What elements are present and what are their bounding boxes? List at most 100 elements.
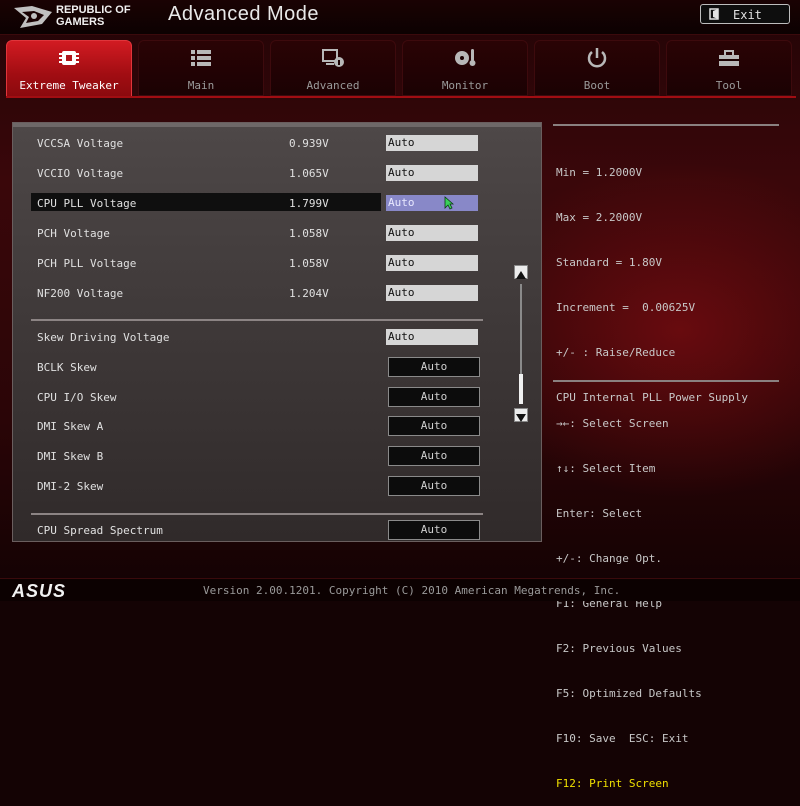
setting-row-dmi-skew-b[interactable]: DMI Skew B Auto bbox=[31, 446, 487, 466]
tab-monitor[interactable]: Monitor bbox=[402, 40, 528, 96]
help-text: Min = 1.2000V Max = 2.2000V Standard = 1… bbox=[556, 135, 748, 420]
setting-option-button[interactable]: Auto bbox=[388, 476, 480, 496]
section-divider bbox=[31, 319, 483, 321]
print-screen-hint: F12: Print Screen bbox=[556, 777, 669, 790]
setting-row-vccsa-voltage[interactable]: VCCSA Voltage 0.939V Auto bbox=[31, 135, 487, 153]
setting-option-button[interactable]: Auto bbox=[388, 446, 480, 466]
key-legend-line: F10: Save ESC: Exit bbox=[556, 732, 689, 745]
page-title: Advanced Mode bbox=[168, 3, 320, 25]
setting-label: BCLK Skew bbox=[37, 361, 97, 374]
rog-eye-logo-icon bbox=[14, 6, 52, 28]
setting-row-dmi-2-skew[interactable]: DMI-2 Skew Auto bbox=[31, 476, 487, 496]
help-line: Min = 1.2000V bbox=[556, 166, 643, 179]
footer-bar: ASUS Version 2.00.1201. Copyright (C) 20… bbox=[0, 578, 800, 601]
brand-line-2: GAMERS bbox=[56, 16, 105, 28]
tab-label: Extreme Tweaker bbox=[19, 79, 119, 92]
setting-label: VCCSA Voltage bbox=[37, 137, 124, 150]
tab-bar-underline bbox=[6, 96, 796, 98]
panel-top-border bbox=[13, 123, 541, 127]
list-icon bbox=[191, 50, 211, 66]
tab-bar: Extreme Tweaker Main Advanced Monitor Bo… bbox=[6, 40, 796, 98]
setting-row-pch-voltage[interactable]: PCH Voltage 1.058V Auto bbox=[31, 225, 487, 243]
setting-row-skew-driving-voltage[interactable]: Skew Driving Voltage Auto bbox=[31, 329, 487, 347]
key-legend-line: F2: Previous Values bbox=[556, 642, 682, 655]
tab-label: Monitor bbox=[441, 79, 489, 92]
setting-option-select[interactable]: Auto bbox=[386, 329, 478, 345]
setting-value: 0.939V bbox=[289, 137, 329, 150]
key-legend-line: Enter: Select bbox=[556, 507, 643, 520]
setting-option-button[interactable]: Auto bbox=[388, 520, 480, 540]
setting-value: 1.204V bbox=[289, 287, 329, 300]
setting-label: CPU Spread Spectrum bbox=[37, 524, 163, 537]
setting-option-select[interactable]: Auto bbox=[386, 195, 478, 211]
setting-value: 1.065V bbox=[289, 167, 329, 180]
triangle-down-icon bbox=[516, 414, 526, 422]
setting-label: DMI-2 Skew bbox=[37, 480, 104, 493]
tab-label: Main bbox=[187, 79, 215, 92]
setting-value: 1.058V bbox=[289, 227, 329, 240]
setting-option-select[interactable]: Auto bbox=[386, 225, 478, 241]
keys-panel-divider bbox=[553, 380, 779, 382]
asus-logo: ASUS bbox=[12, 581, 67, 601]
power-icon bbox=[587, 48, 607, 68]
setting-row-cpu-spread-spectrum[interactable]: CPU Spread Spectrum Auto bbox=[31, 520, 487, 540]
key-legend-line: →←: Select Screen bbox=[556, 417, 669, 430]
help-line: Standard = 1.80V bbox=[556, 256, 662, 269]
header-bar: REPUBLIC OF GAMERS Advanced Mode Exit bbox=[0, 0, 800, 35]
setting-label: PCH PLL Voltage bbox=[37, 257, 137, 270]
setting-row-cpu-pll-voltage[interactable]: CPU PLL Voltage 1.799V Auto bbox=[31, 193, 487, 213]
setting-label: VCCIO Voltage bbox=[37, 167, 124, 180]
scroll-down-button[interactable] bbox=[514, 408, 528, 422]
thermometer-fan-icon bbox=[455, 49, 476, 66]
setting-row-cpu-io-skew[interactable]: CPU I/O Skew Auto bbox=[31, 387, 487, 407]
tab-boot[interactable]: Boot bbox=[534, 40, 660, 96]
setting-label: DMI Skew B bbox=[37, 450, 104, 463]
exit-label: Exit bbox=[733, 8, 762, 22]
help-line: Increment = 0.00625V bbox=[556, 301, 696, 314]
setting-option-select[interactable]: Auto bbox=[386, 255, 478, 271]
setting-option-select[interactable]: Auto bbox=[386, 285, 478, 301]
chip-icon bbox=[59, 51, 79, 65]
setting-row-nf200-voltage[interactable]: NF200 Voltage 1.204V Auto bbox=[31, 285, 487, 303]
setting-label: CPU I/O Skew bbox=[37, 391, 117, 404]
section-divider bbox=[31, 513, 483, 515]
setting-option-button[interactable]: Auto bbox=[388, 387, 480, 407]
setting-option-select[interactable]: Auto bbox=[386, 135, 478, 151]
tab-label: Tool bbox=[715, 79, 743, 92]
help-panel-divider bbox=[553, 124, 779, 126]
toolbox-icon bbox=[719, 50, 739, 66]
scroll-thumb[interactable] bbox=[519, 374, 523, 404]
setting-label: NF200 Voltage bbox=[37, 287, 124, 300]
scroll-up-button[interactable] bbox=[514, 265, 528, 279]
key-legend-line: ↑↓: Select Item bbox=[556, 462, 656, 475]
tab-extreme-tweaker[interactable]: Extreme Tweaker bbox=[6, 40, 132, 98]
setting-row-dmi-skew-a[interactable]: DMI Skew A Auto bbox=[31, 416, 487, 436]
triangle-up-icon bbox=[516, 271, 526, 279]
tab-tool[interactable]: Tool bbox=[666, 40, 792, 96]
brand-line-1: REPUBLIC OF bbox=[56, 4, 131, 16]
mouse-cursor-icon bbox=[444, 196, 454, 210]
exit-button[interactable]: Exit bbox=[700, 4, 790, 24]
exit-door-icon bbox=[709, 8, 719, 20]
help-line: Max = 2.2000V bbox=[556, 211, 643, 224]
key-legend-line: F5: Optimized Defaults bbox=[556, 687, 702, 700]
brand-text: REPUBLIC OF GAMERS bbox=[56, 4, 146, 28]
version-text: Version 2.00.1201. Copyright (C) 2010 Am… bbox=[203, 584, 621, 597]
tab-main[interactable]: Main bbox=[138, 40, 264, 96]
setting-row-vccio-voltage[interactable]: VCCIO Voltage 1.065V Auto bbox=[31, 165, 487, 183]
setting-option-select[interactable]: Auto bbox=[386, 165, 478, 181]
tab-label: Boot bbox=[583, 79, 611, 92]
setting-label: CPU PLL Voltage bbox=[37, 197, 137, 210]
tab-label: Advanced bbox=[306, 79, 360, 92]
setting-value: 1.799V bbox=[289, 197, 329, 210]
setting-label: Skew Driving Voltage bbox=[37, 331, 170, 344]
setting-option-button[interactable]: Auto bbox=[388, 416, 480, 436]
setting-row-pch-pll-voltage[interactable]: PCH PLL Voltage 1.058V Auto bbox=[31, 255, 487, 273]
setting-value: 1.058V bbox=[289, 257, 329, 270]
tab-advanced[interactable]: Advanced bbox=[270, 40, 396, 96]
setting-row-bclk-skew[interactable]: BCLK Skew Auto bbox=[31, 357, 487, 377]
key-legend-line: +/-: Change Opt. bbox=[556, 552, 662, 565]
setting-label: DMI Skew A bbox=[37, 420, 104, 433]
setting-option-button[interactable]: Auto bbox=[388, 357, 480, 377]
help-line: +/- : Raise/Reduce bbox=[556, 346, 676, 359]
